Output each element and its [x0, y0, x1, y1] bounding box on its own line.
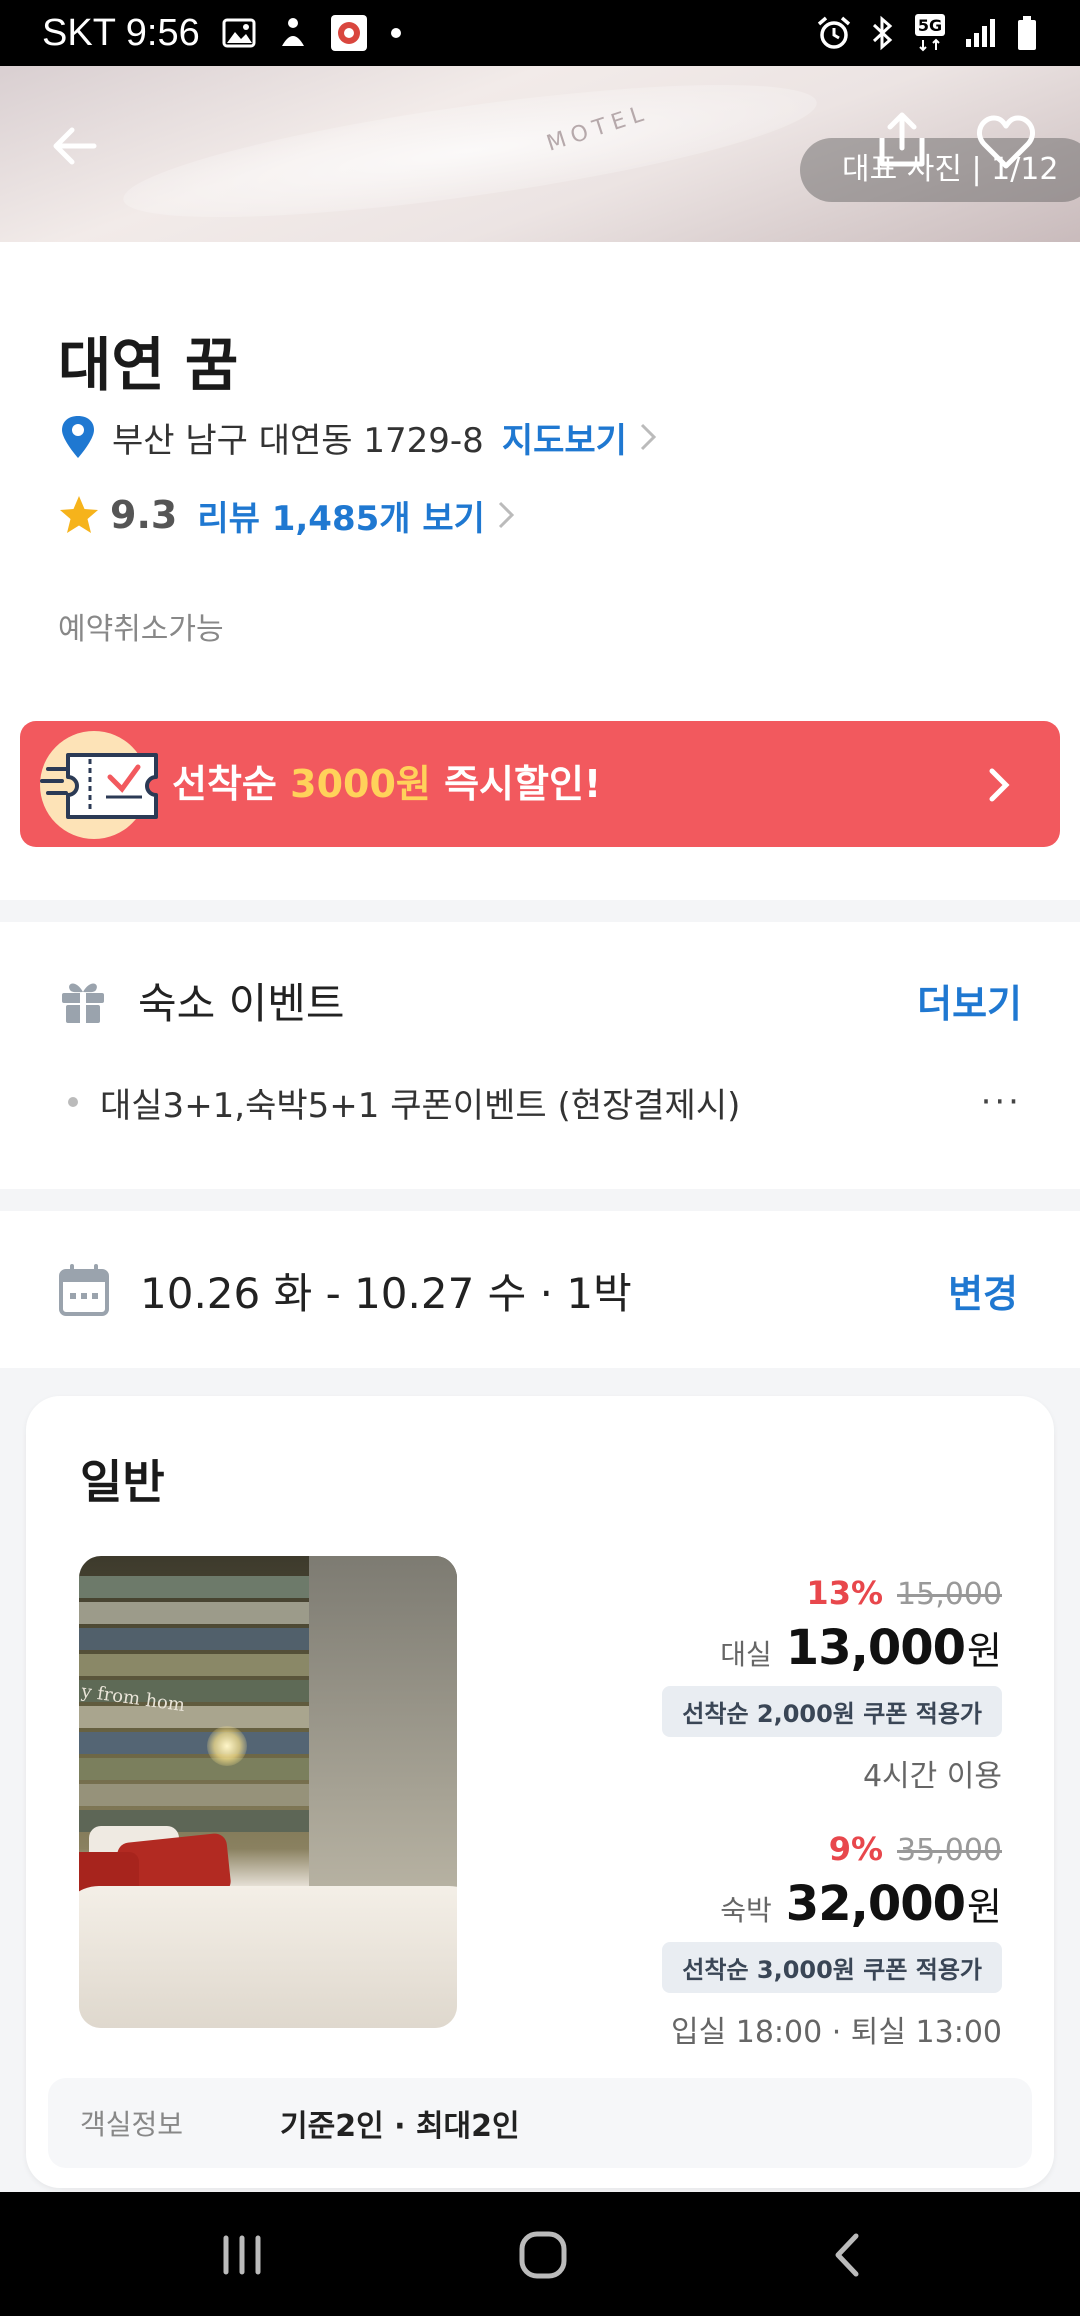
stay-discount: 9% — [828, 1830, 884, 1868]
back-icon[interactable] — [818, 2230, 878, 2280]
back-arrow-icon[interactable] — [48, 120, 100, 172]
stay-price-block[interactable]: 9% 35,000 숙박 32,000 원 선착순 3,000원 쿠폰 적용가 … — [662, 1830, 1002, 2051]
wall-stripe — [79, 1758, 309, 1780]
room-info-label: 객실정보 — [80, 2108, 184, 2141]
banner-text-highlight: 3000원 — [290, 762, 431, 806]
system-nav-bar — [0, 2192, 1080, 2316]
event-more-button[interactable]: 더보기 — [917, 973, 1022, 1028]
rest-original-price: 15,000 — [897, 1577, 1002, 1612]
hotel-name: 대연 꿈 — [58, 331, 239, 399]
bluetooth-icon — [872, 15, 893, 51]
share-icon[interactable] — [872, 110, 932, 170]
hero-photo-highlight — [117, 66, 823, 242]
bed — [79, 1886, 457, 2028]
wall-stripe — [79, 1784, 309, 1806]
chevron-right-icon[interactable] — [637, 421, 659, 453]
app-icon-2 — [330, 15, 367, 51]
stay-currency: 원 — [967, 1885, 1002, 1929]
hero-photo[interactable]: MOTEL 대표 사진 | 1/12 — [0, 66, 1080, 242]
event-title: 숙소 이벤트 — [138, 978, 345, 1028]
section-divider — [0, 900, 1080, 922]
stay-type: 숙박 — [720, 1894, 772, 1927]
lamp — [207, 1726, 247, 1766]
wall-stripe — [79, 1654, 309, 1676]
rest-price: 13,000 — [785, 1620, 966, 1676]
chevron-right-icon[interactable] — [495, 499, 517, 531]
stay-price-line: 숙박 32,000 원 — [662, 1876, 1002, 1932]
stay-original-price: 35,000 — [897, 1833, 1002, 1868]
banner-text-before: 선착순 — [172, 762, 291, 806]
date-range-text: 10.26 화 - 10.27 수 · 1박 — [140, 1268, 632, 1318]
photo-counter[interactable]: 대표 사진 | 1/12 — [800, 138, 1080, 202]
banner-text-after: 즉시할인! — [430, 762, 602, 806]
recent-apps-icon[interactable] — [212, 2230, 272, 2280]
map-link[interactable]: 지도보기 — [502, 413, 627, 462]
signal-icon — [966, 19, 995, 47]
star-icon — [60, 496, 98, 533]
stay-coupon-tag: 선착순 3,000원 쿠폰 적용가 — [662, 1942, 1002, 1993]
rest-type: 대실 — [720, 1638, 772, 1671]
room-card[interactable]: 일반 y from hom 13% 15,000 대실 13,000 원 선착순… — [26, 1396, 1054, 2188]
wall-stripe — [79, 1602, 309, 1624]
review-link[interactable]: 리뷰 1,485개 보기 — [197, 491, 485, 540]
home-icon[interactable] — [514, 2230, 574, 2280]
wall-stripe — [79, 1732, 309, 1754]
alarm-icon — [817, 16, 851, 49]
5g-icon: 5G — [915, 14, 945, 52]
heart-icon[interactable] — [976, 114, 1036, 170]
more-options-icon[interactable]: ··· — [981, 1082, 1022, 1122]
banner-text: 선착순 3000원 즉시할인! — [172, 721, 601, 847]
coupon-banner[interactable]: 선착순 3000원 즉시할인! — [20, 721, 1060, 847]
cancel-policy: 예약취소가능 — [58, 612, 224, 647]
status-bar: SKT 9:56 5G — [0, 0, 1080, 66]
battery-icon — [1018, 16, 1036, 50]
event-list-item[interactable]: 대실3+1,숙박5+1 쿠폰이벤트 (현장결제시) ··· — [68, 1076, 1022, 1128]
room-title: 일반 — [80, 1455, 165, 1509]
stay-discount-line: 9% 35,000 — [662, 1830, 1002, 1870]
section-divider — [0, 1189, 1080, 1211]
address-row: 부산 남구 대연동 1729-8 지도보기 — [58, 412, 659, 462]
rest-usage: 4시간 이용 — [862, 1759, 1002, 1794]
wood-wall — [309, 1556, 457, 1896]
stay-price: 32,000 — [785, 1876, 966, 1932]
rest-price-line: 대실 13,000 원 — [662, 1620, 1002, 1676]
room-info-value: 기준2인 · 최대2인 — [280, 2109, 520, 2144]
dot-icon — [390, 28, 401, 38]
rating-score: 9.3 — [110, 493, 178, 537]
event-item-text: 대실3+1,숙박5+1 쿠폰이벤트 (현장결제시) — [100, 1085, 741, 1126]
svg-text:5G: 5G — [918, 16, 942, 35]
rest-discount-line: 13% 15,000 — [662, 1574, 1002, 1614]
carrier-time: SKT 9:56 — [42, 11, 200, 54]
stay-usage: 입실 18:00 · 퇴실 13:00 — [671, 2015, 1002, 2050]
ticket-icon — [40, 731, 158, 839]
date-change-button[interactable]: 변경 — [948, 1263, 1018, 1318]
date-selector[interactable]: 10.26 화 - 10.27 수 · 1박 변경 — [58, 1258, 1018, 1322]
wall-stripe — [79, 1576, 309, 1598]
rest-coupon-tag: 선착순 2,000원 쿠폰 적용가 — [662, 1686, 1002, 1737]
gift-icon — [62, 983, 104, 1023]
calendar-icon — [59, 1264, 109, 1316]
event-header: 숙소 이벤트 더보기 — [58, 970, 1022, 1030]
wall-stripe — [79, 1706, 309, 1728]
app-icon — [281, 18, 304, 46]
wall-stripe — [79, 1628, 309, 1650]
rest-price-block[interactable]: 13% 15,000 대실 13,000 원 선착순 2,000원 쿠폰 적용가… — [662, 1574, 1002, 1795]
rest-currency: 원 — [967, 1629, 1002, 1673]
bullet-icon — [68, 1097, 78, 1107]
address-text: 부산 남구 대연동 1729-8 — [112, 420, 484, 461]
room-photo[interactable]: y from hom — [79, 1556, 457, 2028]
chevron-right-icon[interactable] — [986, 765, 1012, 805]
room-info: 객실정보 기준2인 · 최대2인 — [48, 2078, 1032, 2168]
rating-row: 9.3 리뷰 1,485개 보기 — [58, 490, 517, 540]
gallery-icon — [222, 18, 256, 48]
location-pin-icon — [62, 416, 94, 458]
rest-discount: 13% — [806, 1574, 884, 1612]
